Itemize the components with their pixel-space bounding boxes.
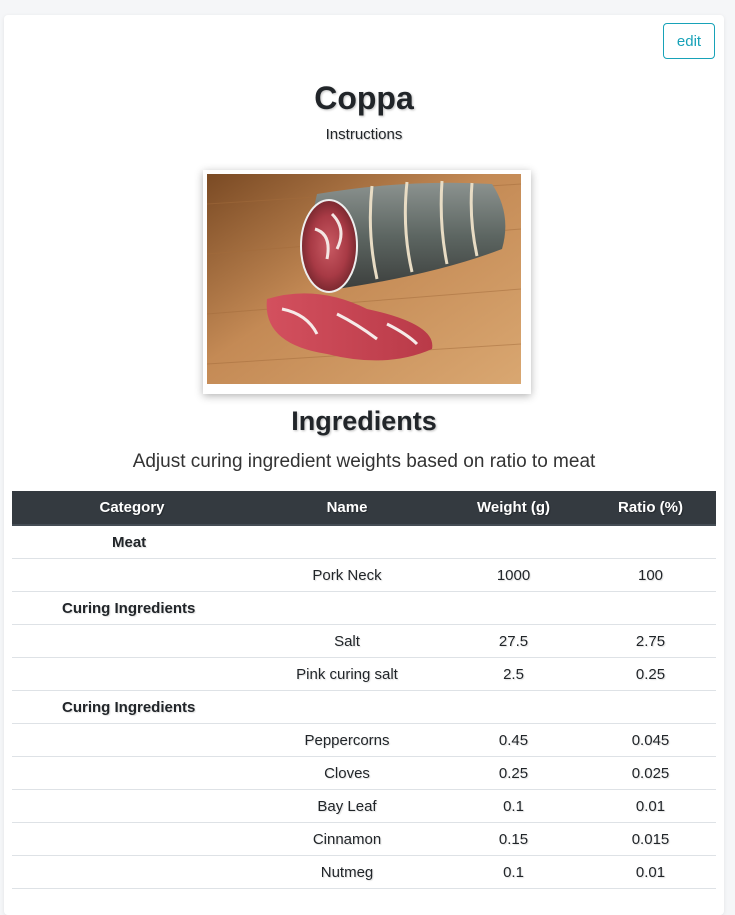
row-name: Peppercorns [252, 723, 442, 757]
row-weight: 0.25 [442, 756, 585, 790]
row-category [12, 558, 252, 592]
recipe-photo-frame [203, 170, 531, 394]
row-weight [442, 591, 585, 625]
table-row: Cloves 0.25 0.025 [12, 756, 716, 790]
row-name: Cinnamon [252, 822, 442, 856]
row-ratio: 0.045 [585, 723, 716, 757]
table-row: Pink curing salt 2.5 0.25 [12, 657, 716, 691]
row-category [12, 624, 252, 658]
row-name [252, 591, 442, 625]
row-ratio: 2.75 [585, 624, 716, 658]
row-ratio: 0.25 [585, 657, 716, 691]
instructions-link[interactable]: Instructions [4, 125, 724, 145]
edit-button[interactable]: edit [663, 23, 715, 59]
row-name: Bay Leaf [252, 789, 442, 823]
table-row: Curing Ingredients [12, 591, 716, 625]
row-name: Cloves [252, 756, 442, 790]
row-category [12, 855, 252, 889]
row-ratio: 0.015 [585, 822, 716, 856]
row-ratio: 0.01 [585, 789, 716, 823]
table-row: Salt 27.5 2.75 [12, 624, 716, 658]
ingredients-title: Ingredients [291, 406, 437, 436]
ingredients-table: Category Name Weight (g) Ratio (%) Meat … [12, 491, 716, 889]
row-category [12, 657, 252, 691]
row-weight: 0.15 [442, 822, 585, 856]
row-name [252, 525, 442, 559]
recipe-photo [207, 174, 521, 384]
row-weight: 0.45 [442, 723, 585, 757]
table-row: Nutmeg 0.1 0.01 [12, 855, 716, 889]
row-name: Nutmeg [252, 855, 442, 889]
row-category [12, 822, 252, 856]
row-category [12, 723, 252, 757]
table-row: Pork Neck 1000 100 [12, 558, 716, 592]
column-header-ratio: Ratio (%) [585, 491, 716, 526]
table-row: Bay Leaf 0.1 0.01 [12, 789, 716, 823]
row-category: Curing Ingredients [12, 591, 252, 625]
row-name [252, 690, 442, 724]
row-weight: 27.5 [442, 624, 585, 658]
table-row: Peppercorns 0.45 0.045 [12, 723, 716, 757]
table-row: Meat [12, 525, 716, 559]
column-header-name: Name [252, 491, 442, 526]
row-category: Meat [12, 525, 252, 559]
row-weight [442, 690, 585, 724]
recipe-card: edit Coppa Instructions Ingredients Adju… [4, 15, 724, 915]
row-category [12, 756, 252, 790]
row-ratio [585, 525, 716, 559]
table-header-row: Category Name Weight (g) Ratio (%) [12, 491, 716, 526]
row-weight: 0.1 [442, 855, 585, 889]
page-title: Coppa [314, 80, 414, 116]
row-name: Salt [252, 624, 442, 658]
column-header-category: Category [12, 491, 252, 526]
row-category [12, 789, 252, 823]
row-category: Curing Ingredients [12, 690, 252, 724]
table-row: Curing Ingredients [12, 690, 716, 724]
row-name: Pork Neck [252, 558, 442, 592]
row-ratio [585, 591, 716, 625]
row-weight: 2.5 [442, 657, 585, 691]
column-header-weight: Weight (g) [442, 491, 585, 526]
row-weight [442, 525, 585, 559]
ingredients-subtitle: Adjust curing ingredient weights based o… [132, 451, 596, 472]
row-ratio: 100 [585, 558, 716, 592]
table-row: Cinnamon 0.15 0.015 [12, 822, 716, 856]
row-weight: 0.1 [442, 789, 585, 823]
row-ratio: 0.01 [585, 855, 716, 889]
row-ratio: 0.025 [585, 756, 716, 790]
row-name: Pink curing salt [252, 657, 442, 691]
row-weight: 1000 [442, 558, 585, 592]
row-ratio [585, 690, 716, 724]
